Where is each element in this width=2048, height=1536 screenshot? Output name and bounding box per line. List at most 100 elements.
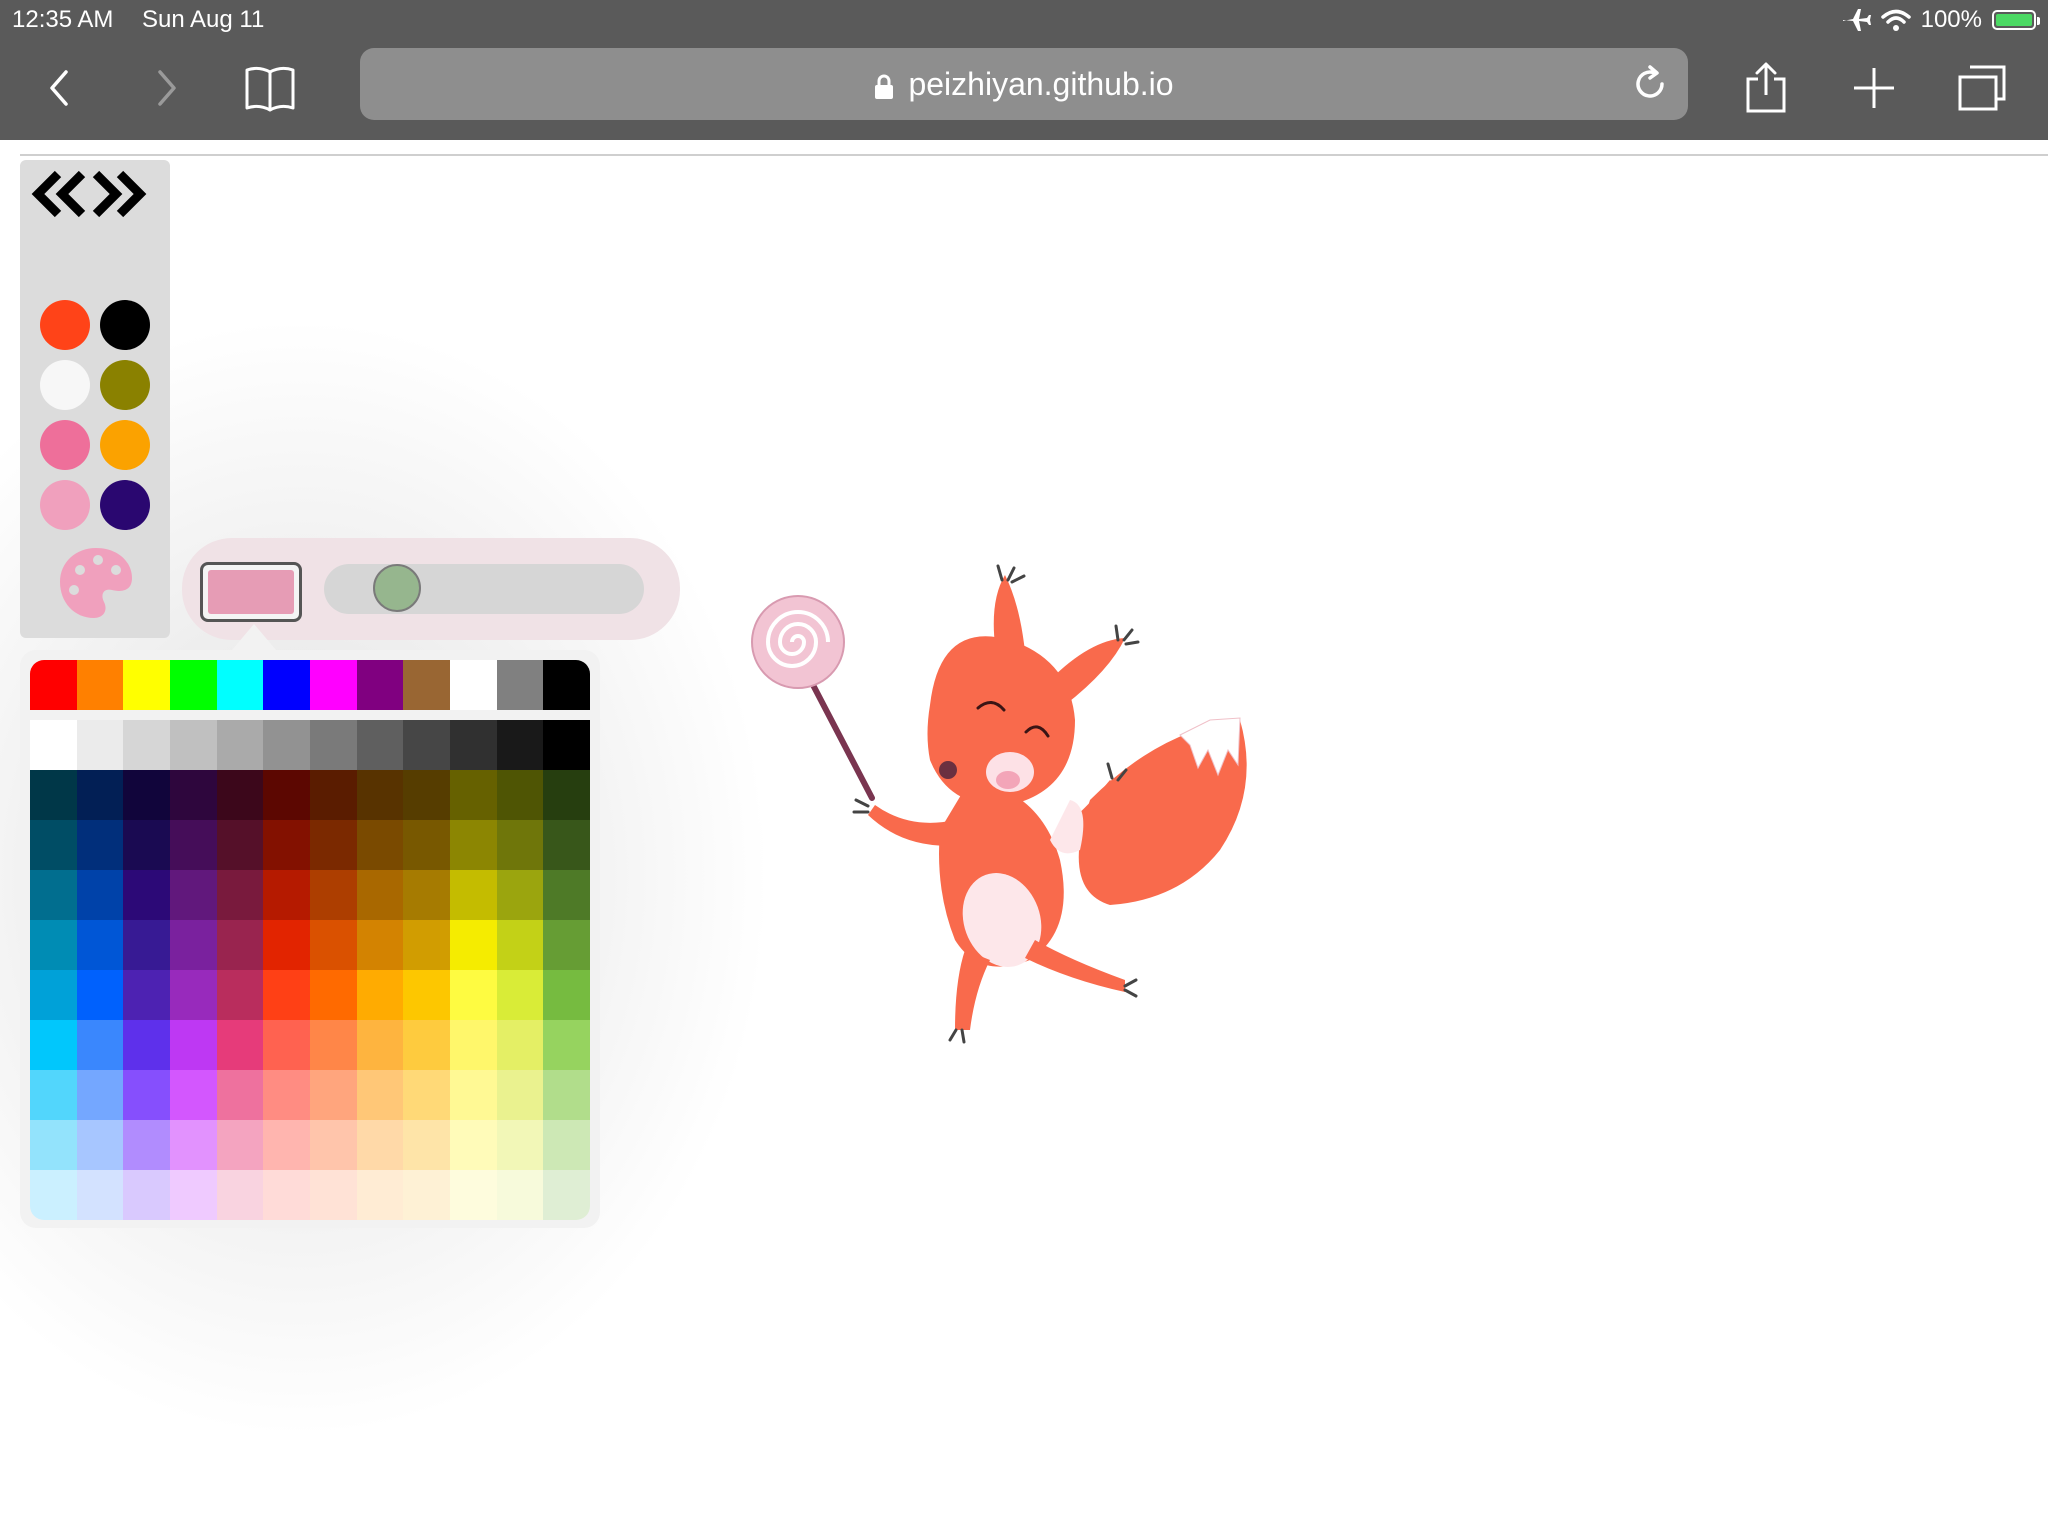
color-cell[interactable] [123,1070,171,1120]
color-cell[interactable] [216,660,264,710]
color-cell[interactable] [76,820,124,870]
color-cell[interactable] [450,1170,497,1220]
color-cell[interactable] [123,770,171,820]
color-cell[interactable] [123,660,171,710]
color-cell[interactable] [496,770,544,820]
back-button[interactable] [28,56,92,120]
color-cell[interactable] [76,660,124,710]
color-cell[interactable] [403,770,451,820]
color-cell[interactable] [543,720,590,770]
color-swatch-6[interactable] [100,420,150,470]
color-cell[interactable] [450,970,497,1020]
color-cell[interactable] [216,770,264,820]
color-cell[interactable] [123,720,171,770]
brush-size-slider-thumb[interactable] [372,564,421,612]
address-bar[interactable]: peizhiyan.github.io [360,48,1688,120]
color-cell[interactable] [403,1020,451,1070]
color-cell[interactable] [543,820,590,870]
new-tab-button[interactable] [1842,56,1906,120]
color-cell[interactable] [263,820,311,870]
color-cell[interactable] [123,970,171,1020]
color-cell[interactable] [403,1070,451,1120]
color-cell[interactable] [216,970,264,1020]
color-cell[interactable] [76,1170,124,1220]
color-cell[interactable] [76,970,124,1020]
color-cell[interactable] [450,1070,497,1120]
color-cell[interactable] [403,1170,451,1220]
color-cell[interactable] [170,660,217,710]
color-cell[interactable] [216,1070,264,1120]
color-cell[interactable] [496,1070,544,1120]
color-cell[interactable] [496,970,544,1020]
color-cell[interactable] [216,1020,264,1070]
color-swatch-5[interactable] [40,420,90,470]
color-cell[interactable] [30,1120,77,1170]
color-cell[interactable] [216,920,264,970]
color-cell[interactable] [170,1070,217,1120]
color-cell[interactable] [216,1120,264,1170]
color-cell[interactable] [76,770,124,820]
color-cell[interactable] [450,820,497,870]
color-cell[interactable] [123,870,171,920]
color-cell[interactable] [123,1120,171,1170]
color-cell[interactable] [216,720,264,770]
color-cell[interactable] [450,660,497,710]
color-cell[interactable] [123,920,171,970]
color-cell[interactable] [30,1020,77,1070]
color-cell[interactable] [216,1170,264,1220]
bookmarks-button[interactable] [238,56,302,120]
color-cell[interactable] [30,1070,77,1120]
color-cell[interactable] [310,1170,357,1220]
color-cell[interactable] [496,1170,544,1220]
color-cell[interactable] [496,1020,544,1070]
color-cell[interactable] [356,1120,404,1170]
color-cell[interactable] [310,1020,357,1070]
color-cell[interactable] [543,1020,590,1070]
color-cell[interactable] [403,920,451,970]
color-cell[interactable] [310,1070,357,1120]
color-cell[interactable] [496,820,544,870]
color-cell[interactable] [450,720,497,770]
color-cell[interactable] [170,1120,217,1170]
color-swatch-4[interactable] [100,360,150,410]
color-cell[interactable] [310,1120,357,1170]
color-cell[interactable] [30,870,77,920]
color-cell[interactable] [310,720,357,770]
color-cell[interactable] [263,1070,311,1120]
color-cell[interactable] [30,820,77,870]
color-cell[interactable] [170,1170,217,1220]
color-cell[interactable] [543,1120,590,1170]
color-cell[interactable] [30,660,77,710]
color-cell[interactable] [403,1120,451,1170]
color-cell[interactable] [403,720,451,770]
reload-button[interactable] [1630,64,1670,109]
color-cell[interactable] [403,870,451,920]
color-cell[interactable] [310,970,357,1020]
color-cell[interactable] [496,660,544,710]
color-cell[interactable] [496,870,544,920]
color-cell[interactable] [123,1020,171,1070]
color-cell[interactable] [356,1070,404,1120]
color-cell[interactable] [356,820,404,870]
color-cell[interactable] [30,770,77,820]
color-swatch-3[interactable] [40,360,90,410]
color-cell[interactable] [450,1120,497,1170]
color-swatch-1[interactable] [40,300,90,350]
color-cell[interactable] [76,1070,124,1120]
color-cell[interactable] [30,920,77,970]
current-color-button[interactable] [200,562,302,622]
color-cell[interactable] [543,660,590,710]
color-cell[interactable] [450,770,497,820]
color-cell[interactable] [170,1020,217,1070]
color-cell[interactable] [403,970,451,1020]
color-cell[interactable] [263,660,311,710]
color-cell[interactable] [170,920,217,970]
color-cell[interactable] [543,1070,590,1120]
redo-icon[interactable] [92,168,148,220]
color-cell[interactable] [123,1170,171,1220]
color-cell[interactable] [356,1170,404,1220]
color-cell[interactable] [30,970,77,1020]
color-cell[interactable] [76,720,124,770]
color-cell[interactable] [356,920,404,970]
color-cell[interactable] [76,920,124,970]
